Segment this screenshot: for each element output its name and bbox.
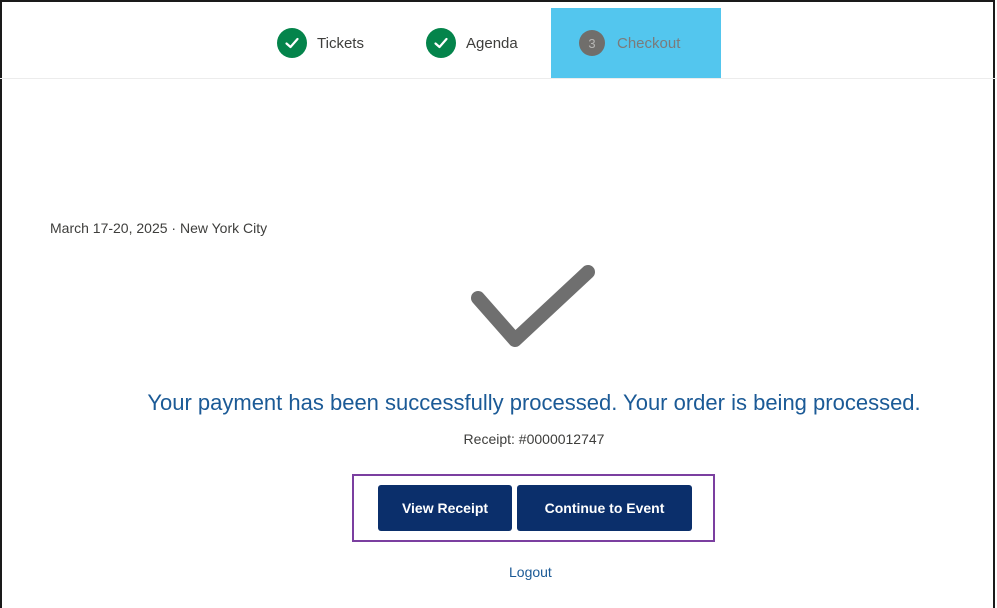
step-number: 3 [579,30,605,56]
logout-link[interactable]: Logout [509,564,552,580]
step-tickets[interactable]: Tickets [277,8,364,78]
step-label: Checkout [617,34,681,52]
check-circle-icon [426,28,456,58]
receipt-number: Receipt: #0000012747 [463,431,605,447]
check-circle-icon [277,28,307,58]
continue-to-event-button[interactable]: Continue to Event [517,485,692,531]
step-checkout[interactable]: 3 Checkout [551,8,721,78]
payment-success-message: Your payment has been successfully proce… [147,390,921,415]
step-label: Agenda [466,34,518,52]
view-receipt-button[interactable]: View Receipt [378,485,512,531]
checkmark-icon [470,262,600,359]
checkout-stepper: Tickets Agenda 3 Checkout [0,0,997,79]
step-agenda[interactable]: Agenda [426,8,518,78]
event-date-location: March 17-20, 2025 · New York City [50,220,268,236]
step-label: Tickets [317,34,364,52]
action-button-group: View Receipt Continue to Event [352,474,715,542]
